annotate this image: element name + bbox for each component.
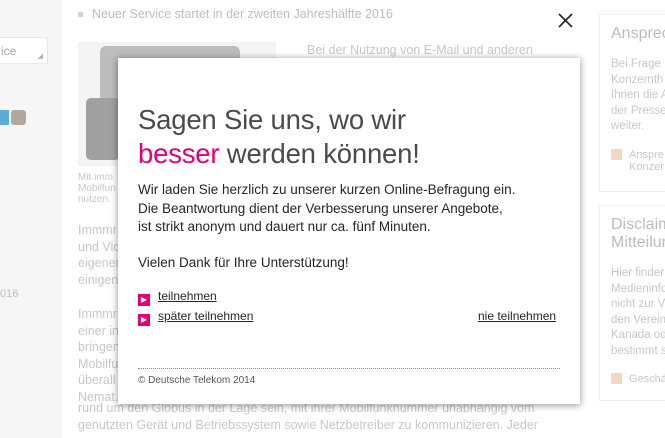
modal-heading-accent: besser xyxy=(138,138,220,169)
participate-link[interactable]: ▶ teilnehmen xyxy=(138,289,217,306)
arrow-right-icon: ▶ xyxy=(138,294,150,306)
modal-thanks: Vielen Dank für Ihre Unterstützung! xyxy=(138,255,349,270)
modal-heading-rest: werden können! xyxy=(219,138,420,169)
modal-copyright: © Deutsche Telekom 2014 xyxy=(138,375,256,386)
participate-later-link[interactable]: ▶ später teilnehmen xyxy=(138,309,253,326)
modal-heading: Sagen Sie uns, wo wir besser werden könn… xyxy=(138,103,420,171)
modal-heading-line1: Sagen Sie uns, wo wir xyxy=(138,104,406,135)
close-icon xyxy=(558,13,573,28)
survey-modal: Sagen Sie uns, wo wir besser werden könn… xyxy=(118,58,580,404)
arrow-right-icon: ▶ xyxy=(138,314,150,326)
close-button[interactable] xyxy=(551,6,580,35)
modal-description: Wir laden Sie herzlich zu unserer kurzen… xyxy=(138,182,516,234)
never-participate-link[interactable]: nie teilnehmen xyxy=(478,309,556,323)
modal-divider xyxy=(138,368,560,369)
